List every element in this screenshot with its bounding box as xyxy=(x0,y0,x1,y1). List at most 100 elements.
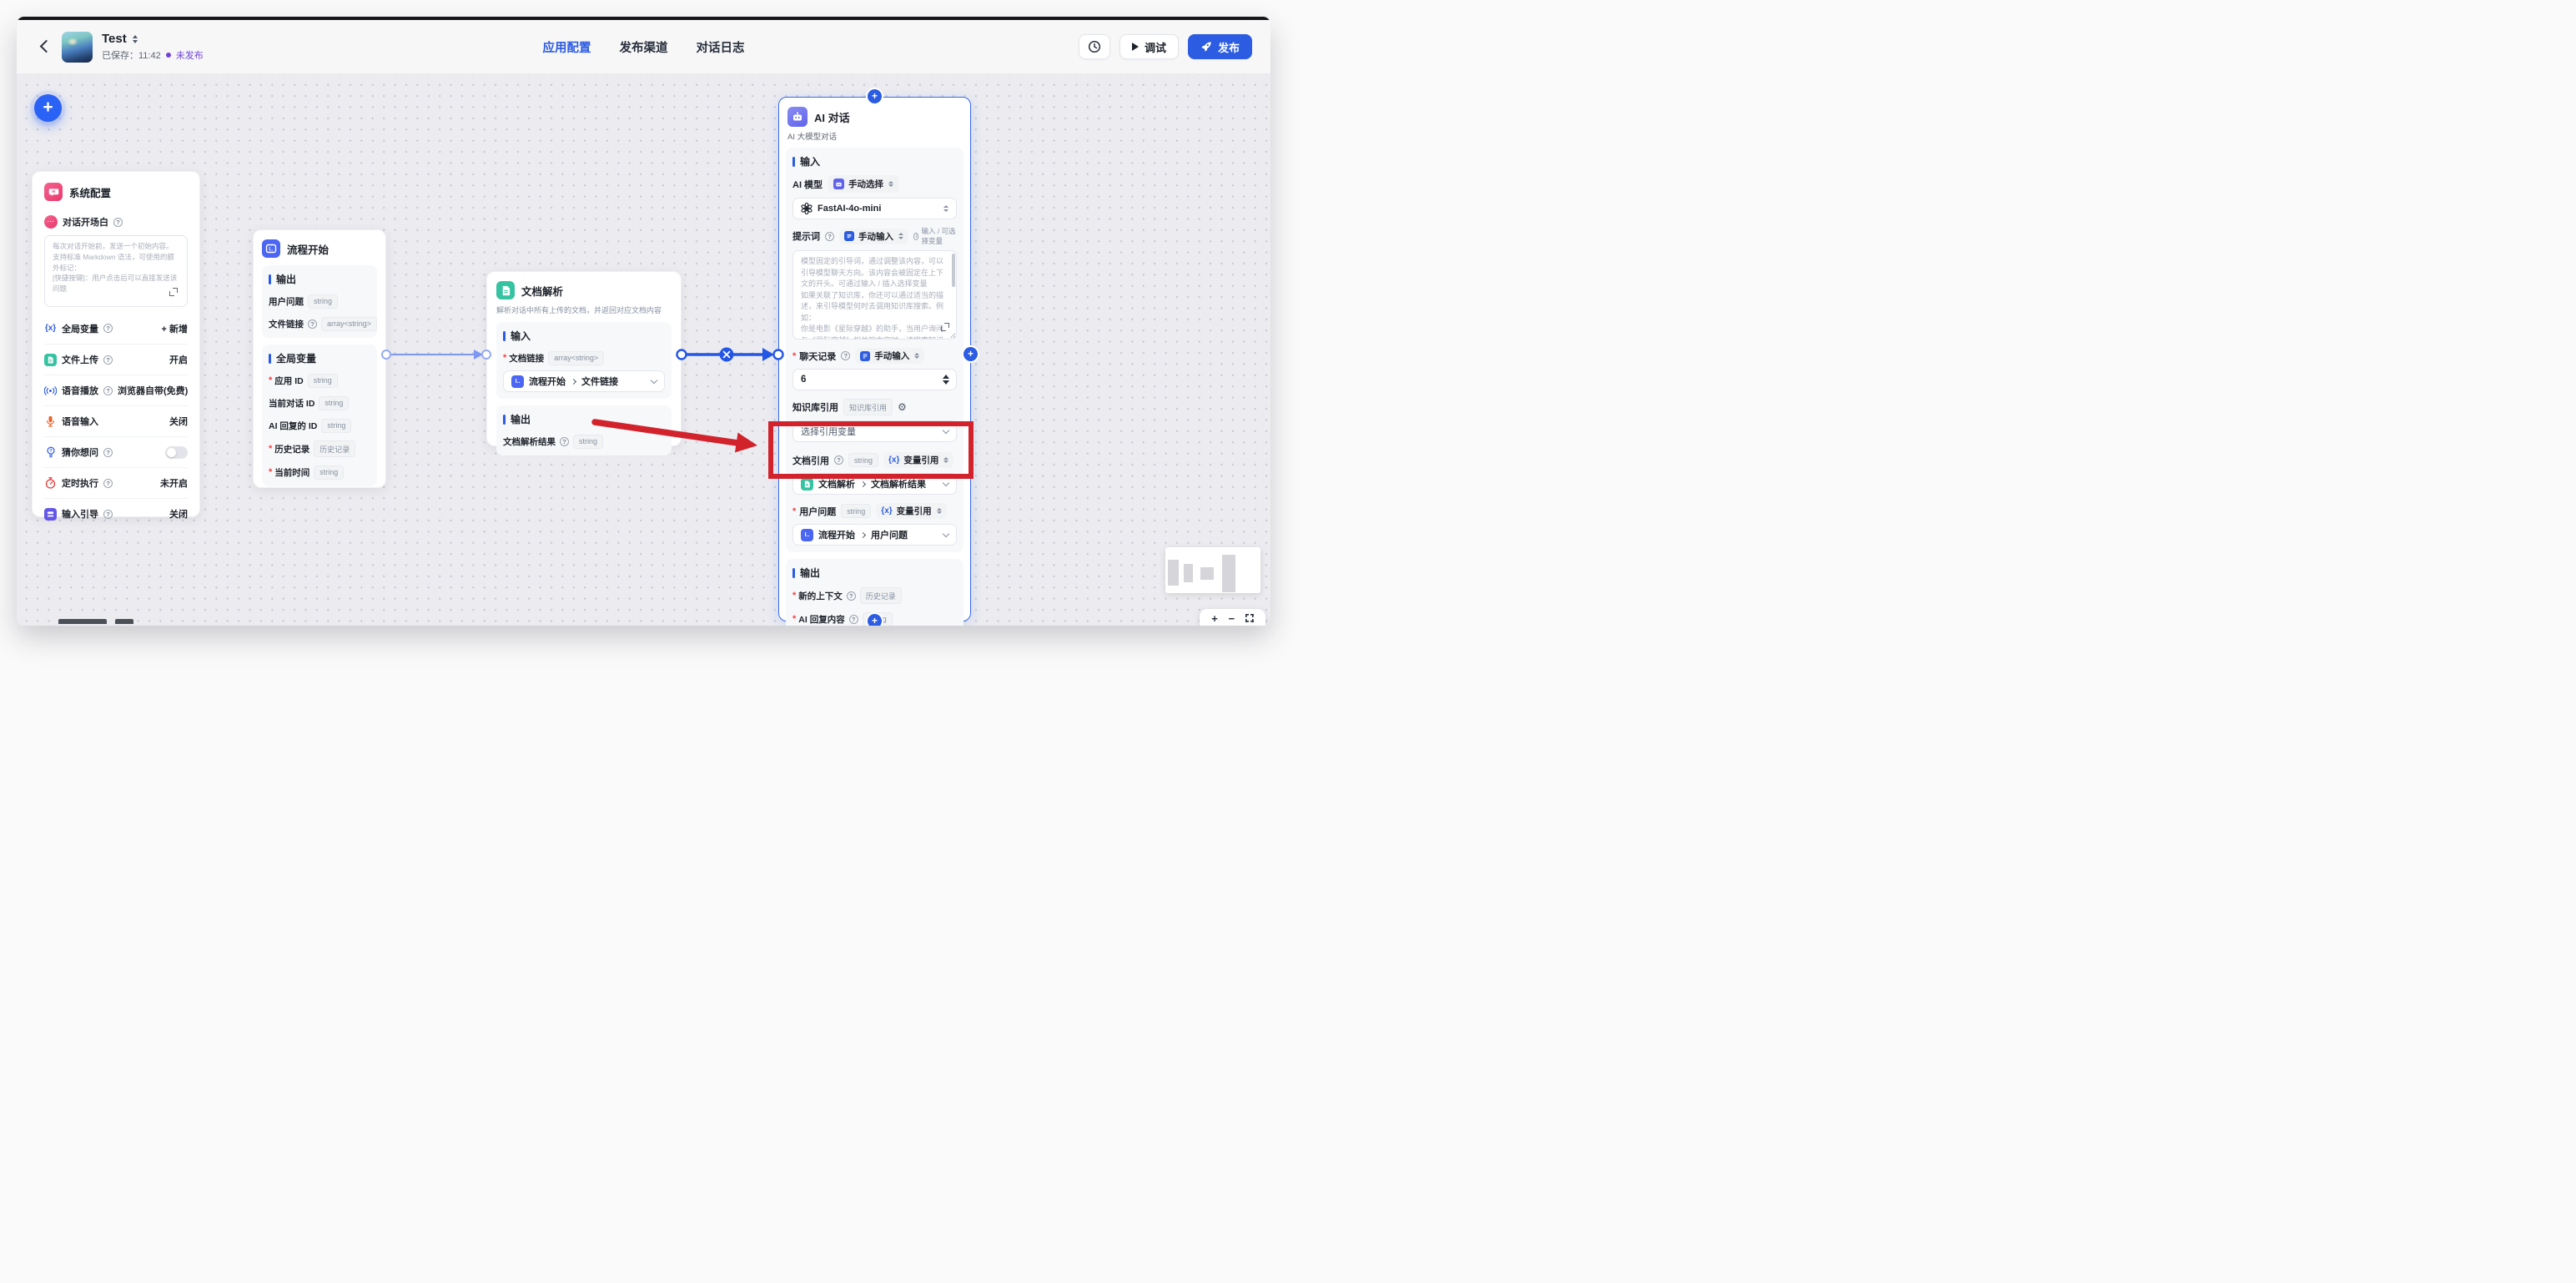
minimap-node xyxy=(1200,567,1214,580)
required-mark: * xyxy=(269,467,273,477)
config-row-voice-playback[interactable]: 语音播放 ? 浏览器自带(免费) xyxy=(44,375,188,405)
history-mode-select[interactable]: 手动输入 xyxy=(855,348,925,364)
required-mark: * xyxy=(792,591,797,601)
tab-app-config[interactable]: 应用配置 xyxy=(543,38,591,56)
field-row: AI 回复的 ID string xyxy=(269,418,370,433)
type-chip: string xyxy=(841,504,872,518)
back-button[interactable] xyxy=(35,38,53,56)
history-mode-value: 手动输入 xyxy=(874,351,910,361)
gear-icon[interactable]: ⚙ xyxy=(898,402,907,412)
updown-icon xyxy=(898,233,903,239)
flow-canvas[interactable]: + Hi 系统配置 ··· 对话开场白 ? 每次对话开始前，发送一个初始内容。支… xyxy=(17,74,1270,626)
title-updown-icon[interactable] xyxy=(132,34,138,43)
history-count-input[interactable]: 6 xyxy=(792,369,957,390)
chevron-down-icon xyxy=(942,479,950,486)
help-icon[interactable]: ? xyxy=(560,436,569,446)
number-spinner[interactable] xyxy=(943,370,949,390)
node-flow-start[interactable]: I.. 流程开始 输出 用户问题 string 文件链接 ? array<str… xyxy=(253,229,386,488)
userq-mode-select[interactable]: {x} 变量引用 xyxy=(876,503,947,519)
debug-button[interactable]: 调试 xyxy=(1119,34,1179,59)
node-ai-chat[interactable]: AI 对话 AI 大模型对话 输入 AI 模型 手动选择 FastAI-4o-m… xyxy=(778,97,971,626)
expand-icon[interactable] xyxy=(941,323,949,331)
help-icon[interactable]: ? xyxy=(308,319,317,329)
header-tabs: 应用配置 发布渠道 对话日志 xyxy=(543,20,745,73)
field-label: AI 回复的 ID xyxy=(269,420,318,431)
scrollbar[interactable] xyxy=(951,254,955,287)
ai-chat-subtitle: AI 大模型对话 xyxy=(787,133,838,142)
port-add-bottom[interactable]: + xyxy=(868,614,882,626)
app-avatar[interactable] xyxy=(62,31,93,63)
help-icon[interactable]: ? xyxy=(103,509,113,519)
type-chip: array<string> xyxy=(548,350,605,365)
expand-icon[interactable] xyxy=(169,288,178,296)
fit-view-button[interactable] xyxy=(1245,614,1254,622)
userq-ref-select[interactable]: I.. 流程开始 用户问题 xyxy=(792,524,957,546)
required-mark: * xyxy=(792,614,797,624)
required-mark: * xyxy=(792,350,797,361)
clock-icon xyxy=(1088,40,1101,53)
config-row-suggested-questions[interactable]: ? 猜你想问 ? xyxy=(44,436,188,467)
model-select[interactable]: FastAI-4o-mini xyxy=(792,198,957,219)
help-icon[interactable]: ? xyxy=(103,385,113,395)
row-value: 关闭 xyxy=(169,510,188,520)
ref-node-name: 流程开始 xyxy=(818,531,855,541)
tab-chat-logs[interactable]: 对话日志 xyxy=(697,38,745,56)
row-label: 全局变量 xyxy=(62,324,98,335)
config-row-voice-input[interactable]: 语音输入 关闭 xyxy=(44,405,188,436)
help-icon[interactable]: ? xyxy=(113,217,123,227)
zoom-toolbar: + − xyxy=(1200,609,1265,626)
config-row-input-guide[interactable]: 输入引导 ? 关闭 xyxy=(44,498,188,529)
help-icon[interactable]: ? xyxy=(103,478,113,488)
svg-text:Hi: Hi xyxy=(52,189,55,194)
info-icon: i xyxy=(913,232,919,240)
help-icon[interactable]: ? xyxy=(825,231,834,241)
node-doc-parse[interactable]: 文档解析 解析对话中所有上传的文档，并返回对应文档内容 输入 * 文档链接 ar… xyxy=(486,271,682,455)
port-add-top[interactable]: + xyxy=(868,89,882,103)
app-title[interactable]: Test xyxy=(102,32,127,46)
doc-link-ref-select[interactable]: I.. 流程开始 文件链接 xyxy=(503,370,665,392)
model-mode-select[interactable]: 手动选择 xyxy=(828,175,900,193)
history-count-value: 6 xyxy=(801,375,807,385)
history-button[interactable] xyxy=(1078,34,1110,59)
userq-label: 用户问题 xyxy=(799,506,837,517)
updown-icon xyxy=(943,205,948,212)
history-label: 聊天记录 xyxy=(799,351,837,362)
help-icon[interactable]: ? xyxy=(848,614,858,624)
braces-icon: {x} xyxy=(44,324,57,333)
stopwatch-icon xyxy=(44,477,57,490)
config-row-scheduled-run[interactable]: 定时执行 ? 未开启 xyxy=(44,467,188,498)
header: Test 已保存：11:42 未发布 应用配置 发布渠道 对话日志 调试 发布 xyxy=(17,20,1270,74)
file-icon xyxy=(44,353,57,366)
node-system-config[interactable]: Hi 系统配置 ··· 对话开场白 ? 每次对话开始前，发送一个初始内容。支持标… xyxy=(32,171,200,521)
output-section-title: 输出 xyxy=(792,566,957,580)
row-value: 浏览器自带(免费) xyxy=(118,386,189,396)
publish-button[interactable]: 发布 xyxy=(1187,34,1252,59)
minimap[interactable] xyxy=(1165,547,1260,593)
tab-publish-channels[interactable]: 发布渠道 xyxy=(620,38,668,56)
model-mode-value: 手动选择 xyxy=(848,179,884,189)
opening-message-textarea[interactable]: 每次对话开始前，发送一个初始内容。支持标准 Markdown 语法，可使用的额外… xyxy=(44,235,188,307)
doc-parse-ref-icon xyxy=(801,477,813,491)
port-add-right[interactable]: + xyxy=(963,347,978,361)
flow-start-ref-icon: I.. xyxy=(801,528,813,541)
help-icon[interactable]: ? xyxy=(841,351,851,360)
prompt-mode-select[interactable]: 手动输入 xyxy=(839,228,908,244)
edge-delete-button[interactable] xyxy=(719,347,734,362)
add-new-button[interactable]: + 新增 xyxy=(162,322,188,335)
zoom-out-button[interactable]: − xyxy=(1228,613,1235,624)
config-row-file-upload[interactable]: 文件上传 ? 开启 xyxy=(44,344,188,375)
suggested-questions-toggle[interactable] xyxy=(165,445,188,459)
help-icon[interactable]: ? xyxy=(103,355,113,365)
prompt-textarea[interactable]: 模型固定的引导词，通过调整该内容，可以引导模型聊天方向。该内容会被固定在上下文的… xyxy=(792,250,957,340)
help-icon[interactable]: ? xyxy=(846,591,856,601)
row-label: 语音播放 xyxy=(62,386,98,396)
row-label: 猜你想问 xyxy=(62,448,98,458)
add-node-button[interactable]: + xyxy=(34,94,62,122)
config-row-global-vars[interactable]: {x} 全局变量 ? + 新增 xyxy=(44,313,188,344)
chevron-right-icon xyxy=(570,378,577,385)
userq-mode-value: 变量引用 xyxy=(896,506,932,516)
help-icon[interactable]: ? xyxy=(103,447,113,457)
help-icon[interactable]: ? xyxy=(103,324,113,333)
kb-label: 知识库引用 xyxy=(792,403,838,413)
zoom-in-button[interactable]: + xyxy=(1211,613,1218,624)
